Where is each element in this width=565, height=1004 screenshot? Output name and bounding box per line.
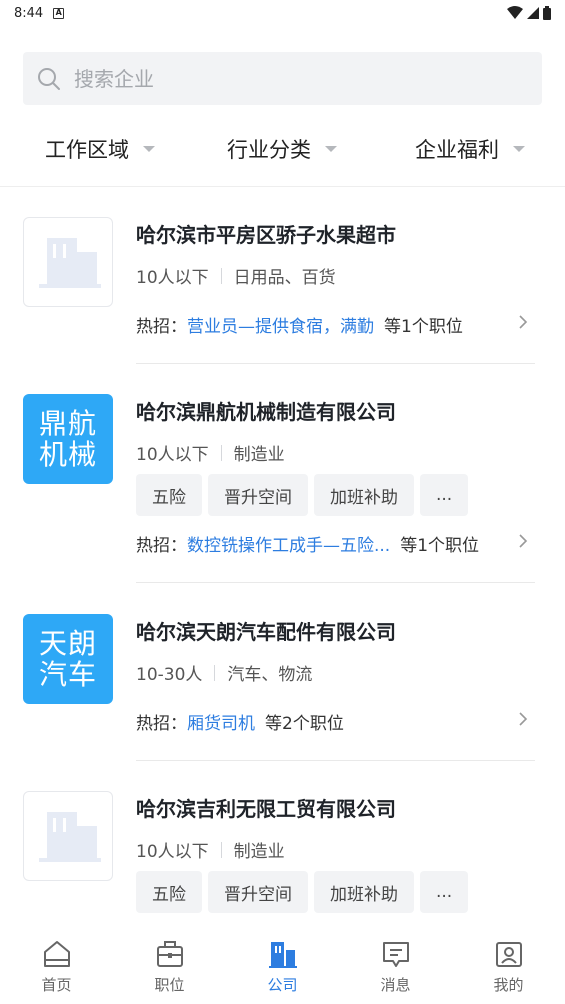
signal-icon: [527, 7, 539, 19]
chevron-right-icon[interactable]: [518, 532, 528, 550]
hot-job-link[interactable]: 厢货司机: [187, 709, 255, 734]
company-industry: 日用品、百货: [233, 268, 336, 288]
filter-label: 行业分类: [227, 138, 311, 162]
search-bar[interactable]: [23, 52, 542, 105]
tab-company[interactable]: 公司: [226, 930, 339, 1004]
hot-job-count: 等2个职位: [265, 713, 344, 734]
benefit-tags: 五险 晋升空间 加班补助 ...: [136, 474, 469, 516]
chevron-right-icon[interactable]: [518, 313, 528, 331]
filter-industry[interactable]: 行业分类: [188, 124, 376, 174]
status-bar: 8:44 A: [0, 0, 565, 26]
benefit-tag: 五险: [136, 871, 202, 913]
tab-label: 消息: [380, 976, 411, 994]
notification-icon: A: [53, 7, 65, 19]
benefit-tag: 加班补助: [314, 871, 414, 913]
company-industry: 制造业: [233, 445, 285, 465]
caret-down-icon: [325, 146, 337, 152]
company-meta: 10人以下 制造业: [136, 440, 285, 465]
divider: [136, 363, 535, 364]
company-meta: 10人以下 制造业: [136, 837, 285, 862]
filter-bar: 工作区域 行业分类 企业福利: [0, 124, 565, 174]
company-industry: 汽车、物流: [227, 665, 313, 685]
status-time: 8:44: [14, 5, 44, 21]
benefit-tag: 五险: [136, 474, 202, 516]
hot-job-link[interactable]: 营业员—提供食宿，满勤: [187, 312, 374, 337]
separator: [220, 841, 222, 858]
filter-benefits[interactable]: 企业福利: [376, 124, 564, 174]
company-meta: 10-30人 汽车、物流: [136, 660, 312, 685]
company-logo: 天朗汽车: [23, 614, 113, 704]
building-icon: [268, 942, 297, 968]
search-input[interactable]: [74, 66, 494, 91]
company-name: 哈尔滨市平房区骄子水果超市: [136, 223, 396, 247]
filter-work-area[interactable]: 工作区域: [0, 124, 188, 174]
chevron-right-icon[interactable]: [518, 710, 528, 728]
building-placeholder-icon: [39, 812, 101, 862]
company-size: 10人以下: [136, 268, 209, 288]
tab-profile[interactable]: 我的: [452, 930, 565, 1004]
hot-jobs-row[interactable]: 热招： 厢货司机 等2个职位: [136, 708, 536, 734]
tab-label: 我的: [493, 976, 524, 994]
separator: [220, 444, 222, 461]
company-size: 10人以下: [136, 445, 209, 465]
hot-label: 热招：: [136, 316, 187, 337]
hot-label: 热招：: [136, 535, 187, 556]
tab-label: 公司: [267, 976, 298, 994]
hot-jobs-row[interactable]: 热招： 数控铣操作工成手—五险... 等1个职位: [136, 530, 536, 556]
company-meta: 10人以下 日用品、百货: [136, 263, 336, 288]
separator: [220, 267, 222, 284]
more-tags[interactable]: ...: [420, 871, 469, 913]
company-name: 哈尔滨吉利无限工贸有限公司: [136, 797, 396, 821]
caret-down-icon: [143, 146, 155, 152]
profile-icon: [495, 942, 522, 967]
company-size: 10人以下: [136, 842, 209, 862]
company-industry: 制造业: [233, 842, 285, 862]
benefit-tag: 晋升空间: [208, 871, 308, 913]
company-card[interactable]: 哈尔滨市平房区骄子水果超市 10人以下 日用品、百货 热招： 营业员—提供食宿，…: [0, 217, 565, 367]
filter-label: 企业福利: [415, 138, 499, 162]
company-logo-placeholder: [23, 791, 113, 881]
bottom-tab-bar: 首页 职位 公司 消息 我的: [0, 930, 565, 1004]
wifi-icon: [507, 6, 523, 19]
tab-messages[interactable]: 消息: [339, 930, 452, 1004]
company-logo-placeholder: [23, 217, 113, 307]
message-icon: [382, 942, 409, 967]
company-name: 哈尔滨鼎航机械制造有限公司: [136, 400, 396, 424]
tab-label: 职位: [154, 976, 185, 994]
filter-label: 工作区域: [45, 138, 129, 162]
briefcase-icon: [156, 941, 183, 967]
hot-job-count: 等1个职位: [400, 535, 480, 556]
company-card[interactable]: 哈尔滨吉利无限工贸有限公司 10人以下 制造业 五险 晋升空间 加班补助 ...: [0, 791, 565, 921]
tab-jobs[interactable]: 职位: [113, 930, 226, 1004]
company-name: 哈尔滨天朗汽车配件有限公司: [136, 620, 396, 644]
tab-label: 首页: [41, 976, 72, 994]
battery-icon: [543, 6, 551, 20]
hot-jobs-row[interactable]: 热招： 营业员—提供食宿，满勤 等1个职位: [136, 311, 536, 337]
home-icon: [43, 941, 70, 967]
benefit-tag: 晋升空间: [208, 474, 308, 516]
separator: [214, 664, 216, 681]
caret-down-icon: [513, 146, 525, 152]
hot-job-count: 等1个职位: [384, 316, 463, 337]
search-icon: [38, 67, 60, 90]
company-logo: 鼎航机械: [23, 394, 113, 484]
divider: [136, 760, 535, 761]
benefit-tag: 加班补助: [314, 474, 414, 516]
building-placeholder-icon: [39, 238, 101, 288]
more-tags[interactable]: ...: [420, 474, 469, 516]
company-card[interactable]: 天朗汽车 哈尔滨天朗汽车配件有限公司 10-30人 汽车、物流 热招： 厢货司机…: [0, 614, 565, 764]
divider: [136, 582, 535, 583]
divider: [0, 186, 565, 187]
hot-label: 热招：: [136, 713, 187, 734]
tab-home[interactable]: 首页: [0, 930, 113, 1004]
hot-job-link[interactable]: 数控铣操作工成手—五险...: [187, 531, 390, 556]
company-card[interactable]: 鼎航机械 哈尔滨鼎航机械制造有限公司 10人以下 制造业 五险 晋升空间 加班补…: [0, 394, 565, 584]
company-size: 10-30人: [136, 665, 203, 685]
benefit-tags: 五险 晋升空间 加班补助 ...: [136, 871, 469, 913]
